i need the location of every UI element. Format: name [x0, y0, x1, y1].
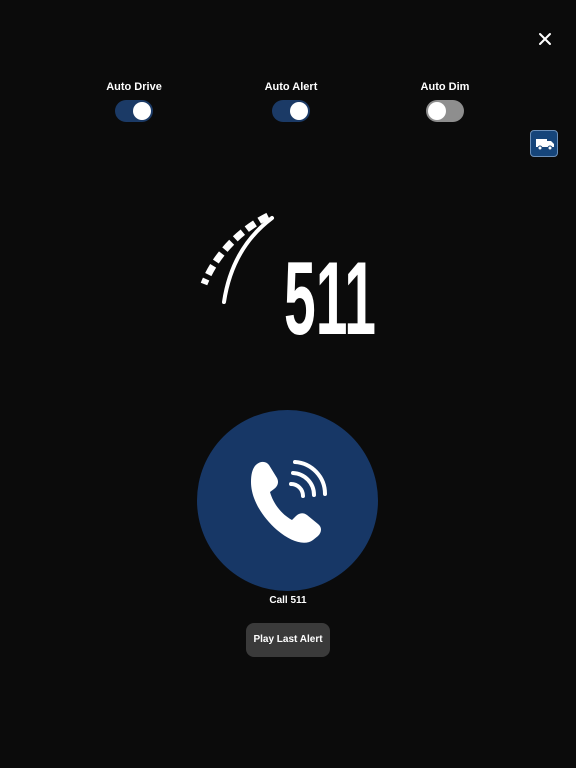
road-lines-icon: 511	[200, 212, 376, 357]
call-511-button[interactable]	[197, 410, 378, 591]
auto-alert-toggle[interactable]	[272, 100, 310, 122]
auto-alert-group: Auto Alert	[236, 80, 346, 127]
toggle-knob	[133, 102, 151, 120]
logo-text: 511	[284, 241, 376, 340]
auto-alert-label: Auto Alert	[264, 81, 318, 93]
phone-ringing-icon	[251, 460, 328, 543]
call-511-label: Call 511	[269, 595, 307, 606]
play-last-alert-button[interactable]: Play Last Alert	[246, 623, 330, 657]
toggle-knob	[428, 102, 446, 120]
truck-mode-button[interactable]	[530, 130, 558, 157]
auto-drive-label: Auto Drive	[106, 81, 162, 93]
close-button[interactable]	[533, 27, 557, 51]
auto-drive-toggle[interactable]	[115, 100, 153, 122]
auto-drive-group: Auto Drive	[79, 80, 189, 127]
app-logo: 511	[196, 210, 382, 357]
close-icon	[539, 33, 551, 45]
status-bar	[0, 0, 576, 14]
toggle-knob	[290, 102, 308, 120]
auto-dim-toggle[interactable]	[426, 100, 464, 122]
auto-dim-label: Auto Dim	[420, 81, 470, 93]
app-screen: Auto Drive Auto Alert Auto Dim 511 Call …	[0, 0, 576, 768]
auto-dim-group: Auto Dim	[390, 80, 500, 127]
truck-icon	[536, 139, 554, 151]
